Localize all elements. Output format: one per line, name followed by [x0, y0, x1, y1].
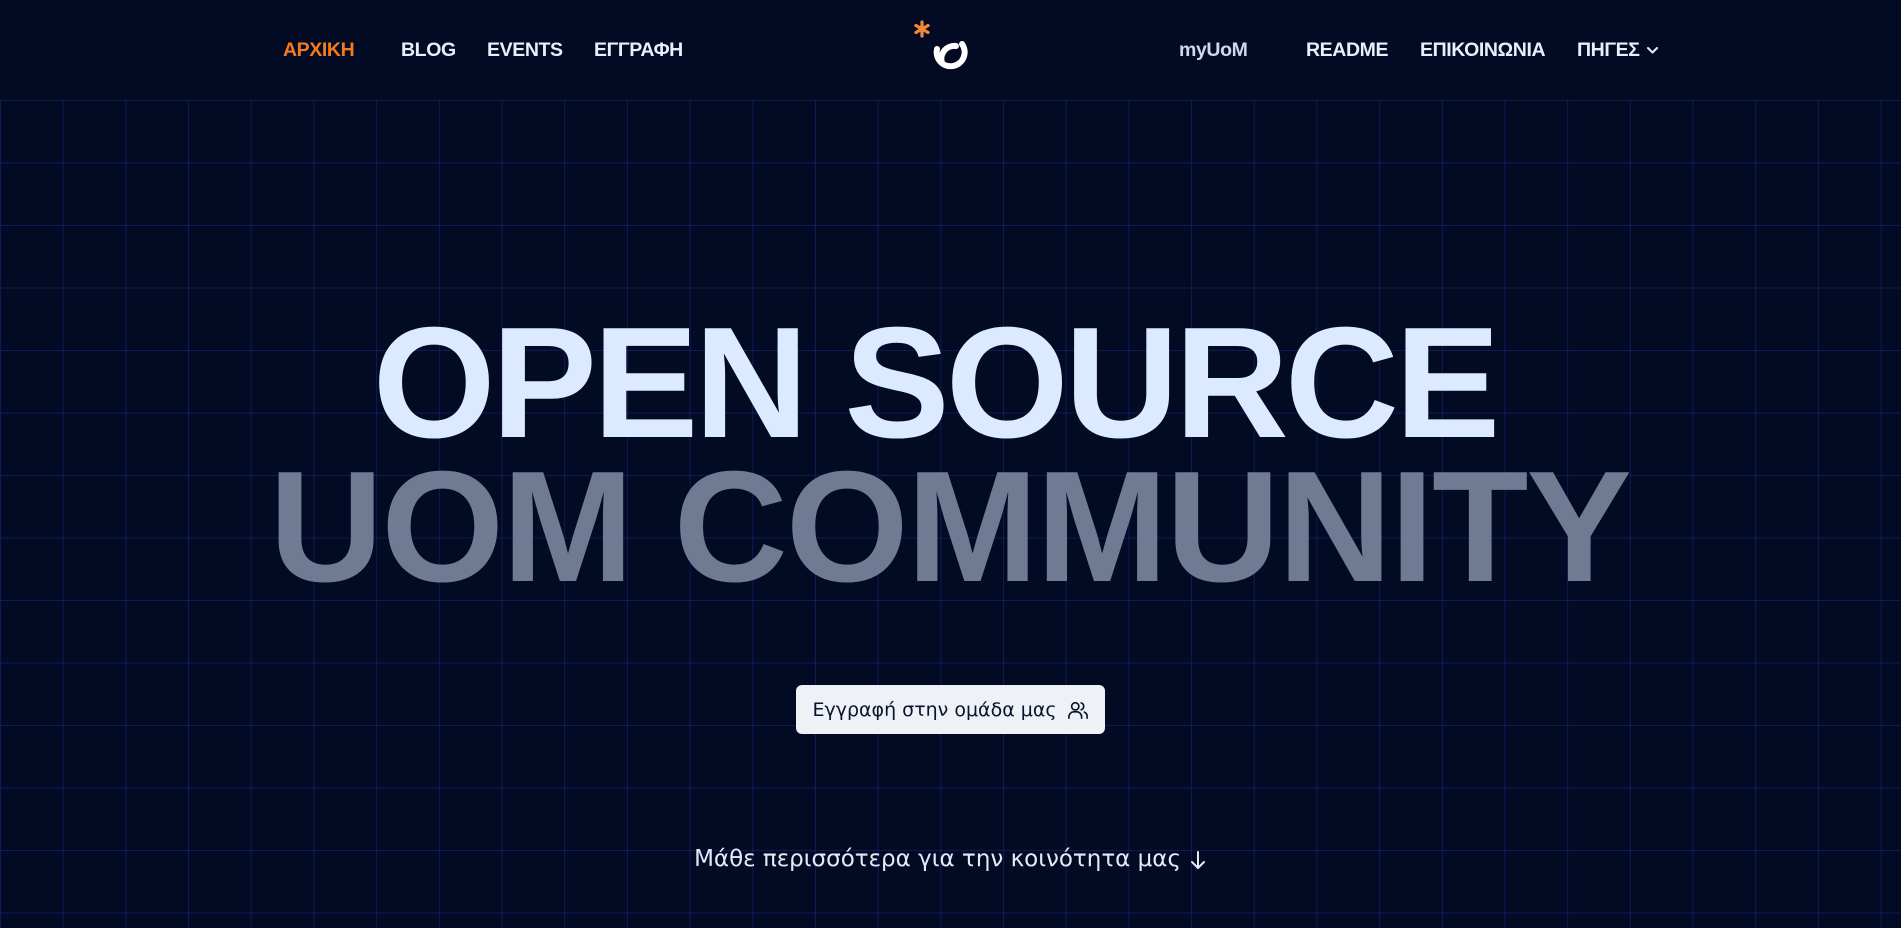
- nav-readme[interactable]: README: [1306, 39, 1389, 61]
- nav-myuom[interactable]: myUoM: [1179, 39, 1248, 61]
- users-icon: [1067, 701, 1088, 719]
- nav-sources-label: ΠΗΓΕΣ: [1577, 39, 1640, 61]
- learn-more-link[interactable]: Μάθε περισσότερα για την κοινότητα μας: [0, 846, 1901, 872]
- chevron-down-icon: [1646, 47, 1658, 54]
- arrow-down-icon: [1190, 850, 1205, 869]
- join-team-label: Εγγραφή στην ομάδα μας: [812, 698, 1057, 721]
- nav-contact[interactable]: ΕΠΙΚΟΙΝΩΝΙΑ: [1420, 39, 1546, 61]
- nav-register[interactable]: ΕΓΓΡΑΦΗ: [594, 39, 683, 61]
- hero-title-line-2: UOM COMMUNITY: [269, 439, 1632, 615]
- nav-blog[interactable]: BLOG: [401, 39, 456, 61]
- learn-more-label: Μάθε περισσότερα για την κοινότητα μας: [694, 846, 1181, 872]
- asterisk-loop-logo: [914, 20, 968, 70]
- site-logo[interactable]: [910, 16, 992, 82]
- join-team-button[interactable]: Εγγραφή στην ομάδα μας: [796, 685, 1105, 734]
- top-navigation: ΑΡΧΙΚΗ BLOG EVENTS ΕΓΓΡΑΦΗ myUoM README …: [0, 0, 1901, 100]
- nav-home[interactable]: ΑΡΧΙΚΗ: [283, 39, 355, 61]
- nav-sources-dropdown[interactable]: ΠΗΓΕΣ: [1577, 39, 1659, 61]
- nav-events[interactable]: EVENTS: [487, 39, 563, 61]
